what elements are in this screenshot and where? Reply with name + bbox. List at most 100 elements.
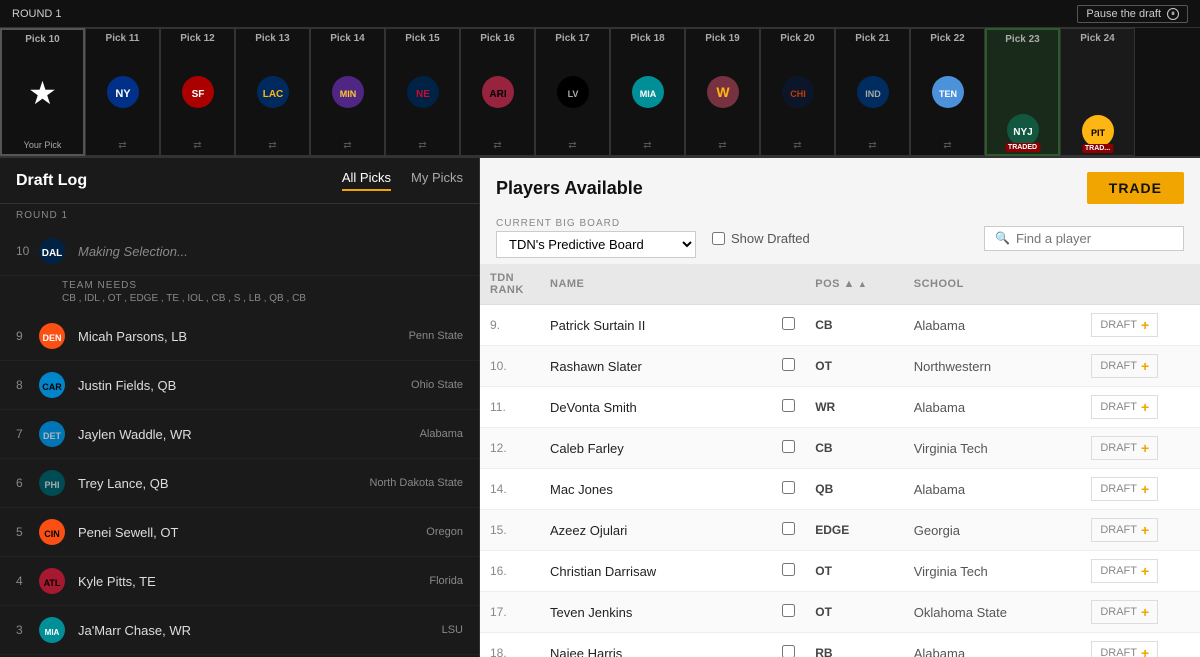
draft-button[interactable]: DRAFT +	[1091, 559, 1158, 583]
pick-card-24[interactable]: Pick 24 PIT TRAD...	[1060, 28, 1135, 156]
draft-button[interactable]: DRAFT +	[1091, 354, 1158, 378]
show-drafted-checkbox[interactable]	[712, 232, 725, 245]
action-cell[interactable]: DRAFT +	[1081, 469, 1200, 510]
pick-label-13: Pick 13	[255, 33, 289, 44]
pos-cell: RB	[805, 633, 904, 657]
swap-icon-18: ⇄	[643, 140, 651, 151]
compare-checkbox-cell[interactable]	[772, 346, 805, 387]
pos-cell: WR	[805, 387, 904, 428]
pos-cell: OT	[805, 551, 904, 592]
team-logo-10: ★	[23, 73, 63, 113]
pick-card-13[interactable]: Pick 13 LAC ⇄	[235, 28, 310, 156]
pick-card-20[interactable]: Pick 20 CHI ⇄	[760, 28, 835, 156]
compare-checkbox[interactable]	[782, 522, 795, 535]
draft-button[interactable]: DRAFT +	[1091, 436, 1158, 460]
pick-card-19[interactable]: Pick 19 W ⇄	[685, 28, 760, 156]
svg-text:TEN: TEN	[939, 89, 957, 99]
draft-button[interactable]: DRAFT +	[1091, 518, 1158, 542]
trade-button[interactable]: TRADE	[1087, 172, 1184, 204]
compare-checkbox[interactable]	[782, 645, 795, 657]
draft-pick-row-8: 8 CAR Justin Fields, QB Ohio State	[0, 361, 479, 410]
action-cell[interactable]: DRAFT +	[1081, 510, 1200, 551]
pick-card-14[interactable]: Pick 14 MIN ⇄	[310, 28, 385, 156]
compare-checkbox-cell[interactable]	[772, 592, 805, 633]
pick-card-15[interactable]: Pick 15 NE ⇄	[385, 28, 460, 156]
draft-pick-row-9: 9 DEN Micah Parsons, LB Penn State	[0, 312, 479, 361]
compare-checkbox-cell[interactable]	[772, 551, 805, 592]
search-box[interactable]: 🔍	[984, 226, 1184, 251]
pick-card-17[interactable]: Pick 17 LV ⇄	[535, 28, 610, 156]
action-cell[interactable]: DRAFT +	[1081, 551, 1200, 592]
svg-text:NY: NY	[115, 88, 131, 100]
pick-label-19: Pick 19	[705, 33, 739, 44]
player-info-4: Kyle Pitts, TE	[78, 574, 429, 589]
tab-my-picks[interactable]: My Picks	[411, 170, 463, 191]
svg-text:LV: LV	[567, 89, 578, 99]
swap-icon-22: ⇄	[943, 140, 951, 151]
pick-label-15: Pick 15	[405, 33, 439, 44]
board-select[interactable]: TDN's Predictive Board Custom Board ESPN…	[496, 231, 696, 258]
compare-checkbox[interactable]	[782, 481, 795, 494]
school-cell: Alabama	[904, 387, 1082, 428]
compare-checkbox-cell[interactable]	[772, 469, 805, 510]
pick-card-10[interactable]: Pick 10 ★ Your Pick	[0, 28, 85, 156]
compare-checkbox-cell[interactable]	[772, 428, 805, 469]
draft-plus-icon: +	[1141, 481, 1149, 497]
table-header: TDN RANK NAME POS ▲ SCHOOL	[480, 264, 1200, 305]
action-cell[interactable]: DRAFT +	[1081, 305, 1200, 346]
team-logo-17: LV	[553, 72, 593, 112]
pick-card-16[interactable]: Pick 16 ARI ⇄	[460, 28, 535, 156]
school-cell: Virginia Tech	[904, 551, 1082, 592]
compare-checkbox[interactable]	[782, 604, 795, 617]
action-cell[interactable]: DRAFT +	[1081, 346, 1200, 387]
compare-checkbox[interactable]	[782, 563, 795, 576]
compare-checkbox-cell[interactable]	[772, 387, 805, 428]
show-drafted-text: Show Drafted	[731, 231, 810, 246]
team-icon-8: CAR	[36, 369, 68, 401]
compare-checkbox-cell[interactable]	[772, 510, 805, 551]
traded-badge-24: TRAD...	[1082, 144, 1113, 153]
svg-text:LAC: LAC	[262, 89, 283, 100]
player-info-3: Ja'Marr Chase, WR	[78, 623, 442, 638]
action-cell[interactable]: DRAFT +	[1081, 387, 1200, 428]
pick-num-8: 8	[16, 378, 36, 392]
compare-checkbox-cell[interactable]	[772, 633, 805, 657]
search-input[interactable]	[1016, 231, 1173, 246]
pick-card-12[interactable]: Pick 12 SF ⇄	[160, 28, 235, 156]
compare-checkbox[interactable]	[782, 440, 795, 453]
team-logo-21: IND	[853, 72, 893, 112]
pick-card-22[interactable]: Pick 22 TEN ⇄	[910, 28, 985, 156]
pick-card-21[interactable]: Pick 21 IND ⇄	[835, 28, 910, 156]
rank-cell: 12.	[480, 428, 540, 469]
compare-checkbox[interactable]	[782, 317, 795, 330]
draft-button[interactable]: DRAFT +	[1091, 313, 1158, 337]
draft-button[interactable]: DRAFT +	[1091, 600, 1158, 624]
draft-button[interactable]: DRAFT +	[1091, 395, 1158, 419]
action-cell[interactable]: DRAFT +	[1081, 592, 1200, 633]
tab-all-picks[interactable]: All Picks	[342, 170, 391, 191]
team-logo-16: ARI	[478, 72, 518, 112]
board-selector-group: CURRENT BIG BOARD TDN's Predictive Board…	[496, 218, 696, 258]
team-logo-22: TEN	[928, 72, 968, 112]
show-drafted-label[interactable]: Show Drafted	[712, 231, 810, 246]
action-cell[interactable]: DRAFT +	[1081, 633, 1200, 657]
player-info-9: Micah Parsons, LB	[78, 329, 409, 344]
pick-card-18[interactable]: Pick 18 MIA ⇄	[610, 28, 685, 156]
pick-card-23[interactable]: Pick 23 NYJ TRADED	[985, 28, 1060, 156]
action-cell[interactable]: DRAFT +	[1081, 428, 1200, 469]
pause-draft-button[interactable]: Pause the draft ⏸	[1077, 5, 1188, 23]
compare-checkbox[interactable]	[782, 399, 795, 412]
col-pos[interactable]: POS ▲	[805, 264, 904, 305]
player-school-3: LSU	[442, 624, 463, 636]
pos-cell: OT	[805, 592, 904, 633]
draft-button[interactable]: DRAFT +	[1091, 641, 1158, 657]
search-icon: 🔍	[995, 231, 1010, 245]
rank-cell: 14.	[480, 469, 540, 510]
draft-button[interactable]: DRAFT +	[1091, 477, 1158, 501]
main-layout: Draft Log All Picks My Picks ROUND 1 10 …	[0, 158, 1200, 657]
draft-picks-list: ROUND 1 10 DAL Making Selection... TEAM …	[0, 204, 479, 657]
compare-checkbox[interactable]	[782, 358, 795, 371]
compare-checkbox-cell[interactable]	[772, 305, 805, 346]
pick-card-11[interactable]: Pick 11 NY ⇄	[85, 28, 160, 156]
pick-label-22: Pick 22	[930, 33, 964, 44]
